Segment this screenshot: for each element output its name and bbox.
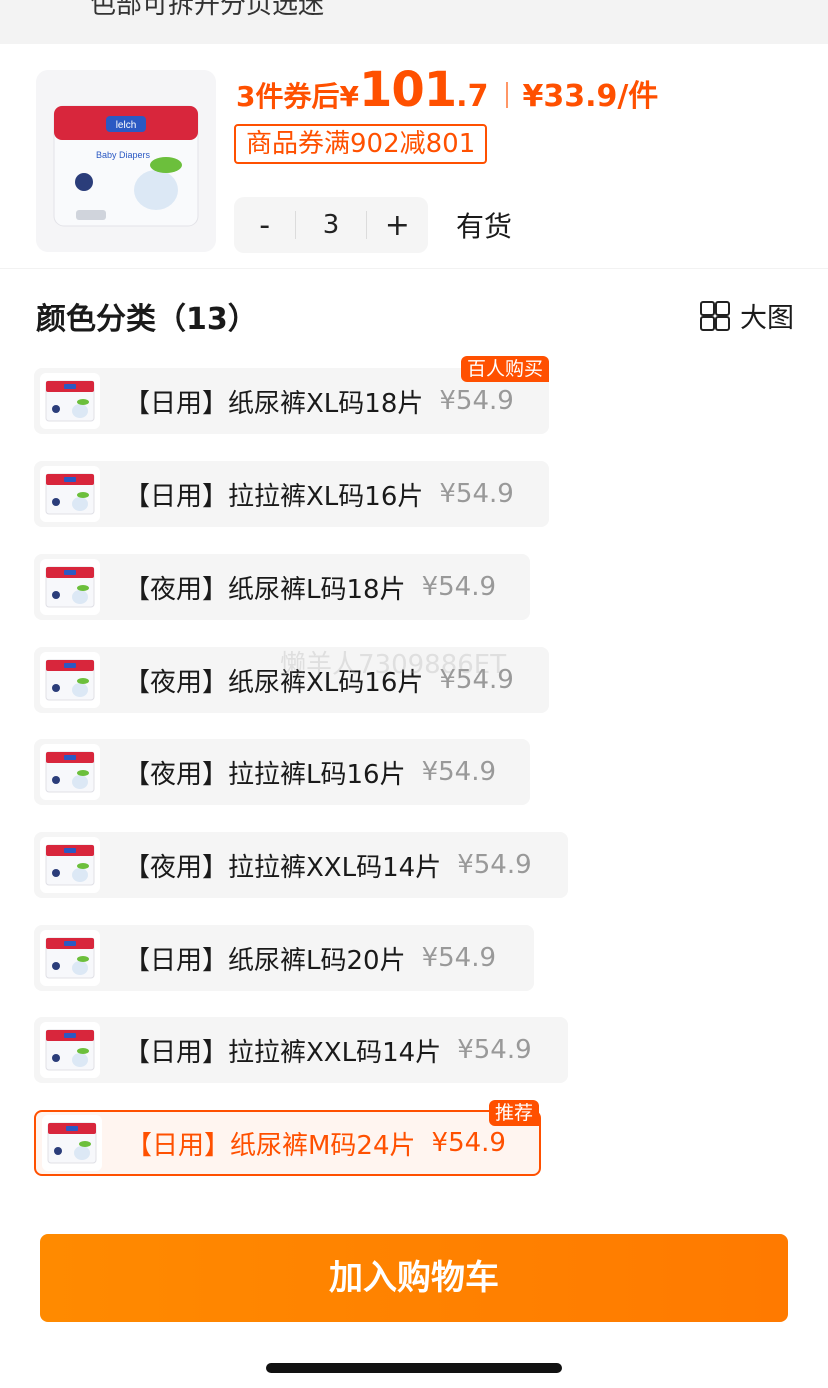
big-image-label: 大图 — [740, 303, 794, 334]
grid-icon — [700, 300, 730, 331]
list-fade — [0, 1190, 828, 1230]
home-indicator — [266, 1363, 562, 1373]
option-price: ¥54.9 — [421, 943, 497, 973]
sku-option[interactable]: 【日用】纸尿裤L码20片 ¥54.9 — [34, 925, 534, 991]
watermark: 懒羊人7309886ET — [280, 650, 507, 680]
option-thumbnail — [40, 930, 100, 986]
sku-option[interactable]: 【夜用】纸尿裤L码18片 ¥54.9 — [34, 554, 530, 620]
option-price: ¥54.9 — [431, 1128, 506, 1158]
option-thumbnail — [40, 373, 100, 429]
unit-price: ¥33.9/件 — [522, 79, 659, 114]
option-price: ¥54.9 — [421, 757, 497, 787]
stock-status: 有货 — [456, 210, 513, 243]
option-name: 【日用】纸尿裤XL码18片 — [124, 388, 424, 419]
option-name: 【日用】拉拉裤XXL码14片 — [124, 1037, 442, 1068]
sku-option[interactable]: 【夜用】拉拉裤XXL码14片 ¥54.9 — [34, 832, 568, 898]
divider — [0, 268, 828, 269]
option-price: ¥54.9 — [457, 850, 532, 880]
price-integer: 101 — [358, 62, 457, 118]
option-thumbnail — [40, 559, 100, 615]
sku-option[interactable]: 【日用】拉拉裤XL码16片 ¥54.9 — [34, 461, 549, 527]
option-thumbnail — [40, 1022, 100, 1078]
option-price: ¥54.9 — [439, 479, 514, 509]
svg-text:Baby Diapers: Baby Diapers — [96, 150, 151, 160]
option-thumbnail — [40, 837, 100, 893]
price-decimal: .7 — [456, 79, 489, 114]
option-name: 【夜用】拉拉裤XXL码14片 — [124, 852, 442, 883]
price-prefix: 3件券后 — [236, 80, 340, 113]
option-thumbnail — [40, 652, 100, 708]
decrease-button[interactable]: - — [234, 208, 295, 243]
price-separator — [506, 82, 509, 108]
option-name: 【夜用】拉拉裤L码16片 — [124, 759, 406, 790]
section-title: 颜色分类（13） — [36, 302, 258, 337]
sku-option[interactable]: 【日用】纸尿裤M码24片 ¥54.9 推荐 — [34, 1100, 541, 1176]
svg-text:lelch: lelch — [116, 120, 137, 131]
big-image-toggle[interactable]: 大图 — [700, 296, 794, 335]
option-thumbnail — [40, 744, 100, 800]
option-price: ¥54.9 — [457, 1035, 532, 1065]
price-line: 3件券后 ¥ 101 .7 ¥33.9/件 — [236, 62, 658, 122]
truncated-text: 色部可拆开分页选迷 — [90, 0, 325, 20]
option-name: 【日用】拉拉裤XL码16片 — [124, 481, 424, 512]
currency-symbol: ¥ — [339, 80, 359, 113]
option-price: ¥54.9 — [421, 572, 497, 602]
option-thumbnail — [40, 466, 100, 522]
option-name: 【日用】纸尿裤M码24片 — [126, 1130, 416, 1161]
quantity-stepper: - 3 + — [234, 197, 428, 253]
option-name: 【夜用】纸尿裤L码18片 — [124, 574, 406, 605]
coupon-tag: 商品券满902减801 — [234, 124, 488, 164]
option-badge: 百人购买 — [460, 356, 549, 382]
sku-option[interactable]: 【日用】纸尿裤XL码18片 ¥54.9 百人购买 — [34, 356, 549, 434]
option-name: 【日用】纸尿裤L码20片 — [124, 945, 406, 976]
increase-button[interactable]: + — [367, 208, 428, 243]
option-thumbnail — [42, 1115, 102, 1171]
option-badge: 推荐 — [488, 1100, 539, 1126]
product-thumbnail[interactable]: lelch Baby Diapers — [36, 70, 216, 252]
option-price: ¥54.9 — [439, 386, 514, 416]
sku-option[interactable]: 【夜用】拉拉裤L码16片 ¥54.9 — [34, 739, 530, 805]
add-to-cart-button[interactable]: 加入购物车 — [40, 1234, 788, 1322]
quantity-value[interactable]: 3 — [295, 211, 367, 239]
sku-option[interactable]: 【日用】拉拉裤XXL码14片 ¥54.9 — [34, 1017, 568, 1083]
top-strip: 色部可拆开分页选迷 — [0, 0, 828, 44]
